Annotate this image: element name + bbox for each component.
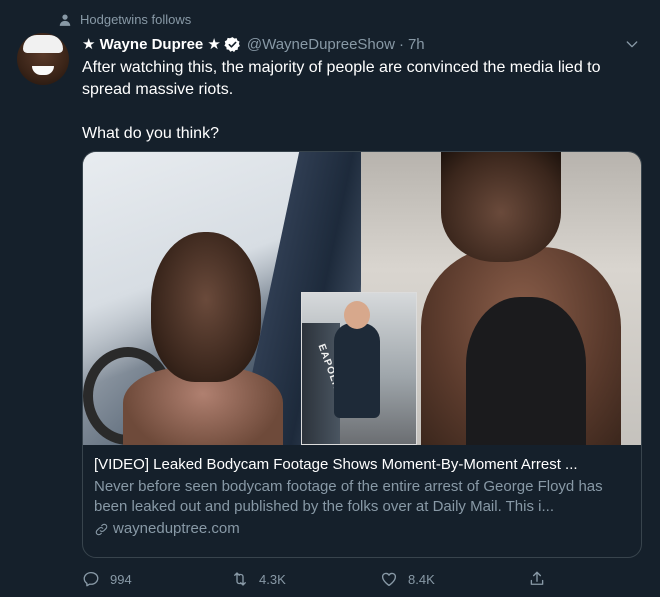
like-button[interactable]: 8.4K bbox=[380, 570, 435, 588]
reply-count: 994 bbox=[110, 571, 132, 587]
like-icon bbox=[381, 572, 397, 587]
card-title: [VIDEO] Leaked Bodycam Footage Shows Mom… bbox=[94, 456, 578, 473]
share-icon bbox=[530, 571, 544, 585]
retweet-icon bbox=[234, 572, 246, 586]
tweet-header: ★ Wayne Dupree ★ @WayneDupreeShow · 7h bbox=[82, 34, 640, 54]
tweet-text-line: After watching this, the majority of peo… bbox=[82, 59, 601, 98]
chevron-down-icon[interactable] bbox=[624, 36, 640, 52]
social-context-text: Hodgetwins follows bbox=[80, 12, 192, 27]
separator: · bbox=[398, 35, 404, 53]
display-name[interactable]: ★ Wayne Dupree ★ bbox=[82, 35, 221, 53]
link-card[interactable]: EAPOLIS [VIDEO] Leaked Bodycam Footage S… bbox=[82, 151, 642, 558]
timestamp[interactable]: 7h bbox=[408, 36, 425, 53]
officer bbox=[334, 323, 380, 418]
action-bar: 994 4.3K 8.4K bbox=[82, 567, 552, 591]
reply-button[interactable]: 994 bbox=[82, 570, 132, 588]
person-face bbox=[441, 152, 561, 262]
avatar-cap bbox=[23, 35, 63, 53]
person-face bbox=[151, 232, 261, 382]
officer-head bbox=[344, 301, 370, 329]
avatar-smile bbox=[32, 66, 54, 75]
handle[interactable]: @WayneDupreeShow bbox=[247, 36, 395, 53]
tweet-text-line: What do you think? bbox=[82, 125, 219, 142]
like-count: 8.4K bbox=[408, 571, 435, 587]
share-button[interactable] bbox=[528, 570, 546, 588]
card-domain-text: wayneduptree.com bbox=[113, 520, 240, 537]
retweet-count: 4.3K bbox=[259, 571, 286, 587]
verified-badge-icon bbox=[224, 36, 240, 52]
photo-inset: EAPOLIS bbox=[301, 292, 417, 445]
card-body: [VIDEO] Leaked Bodycam Footage Shows Mom… bbox=[83, 445, 641, 539]
reply-icon bbox=[83, 571, 99, 587]
social-context[interactable]: Hodgetwins follows bbox=[58, 12, 191, 27]
card-description: Never before seen bodycam footage of the… bbox=[94, 478, 603, 515]
card-image: EAPOLIS bbox=[83, 152, 641, 445]
card-domain: wayneduptree.com bbox=[94, 519, 630, 539]
retweet-button[interactable]: 4.3K bbox=[231, 570, 286, 588]
tank-top bbox=[466, 297, 586, 445]
link-icon bbox=[95, 523, 108, 535]
avatar[interactable] bbox=[17, 33, 69, 85]
person-icon bbox=[59, 13, 71, 26]
